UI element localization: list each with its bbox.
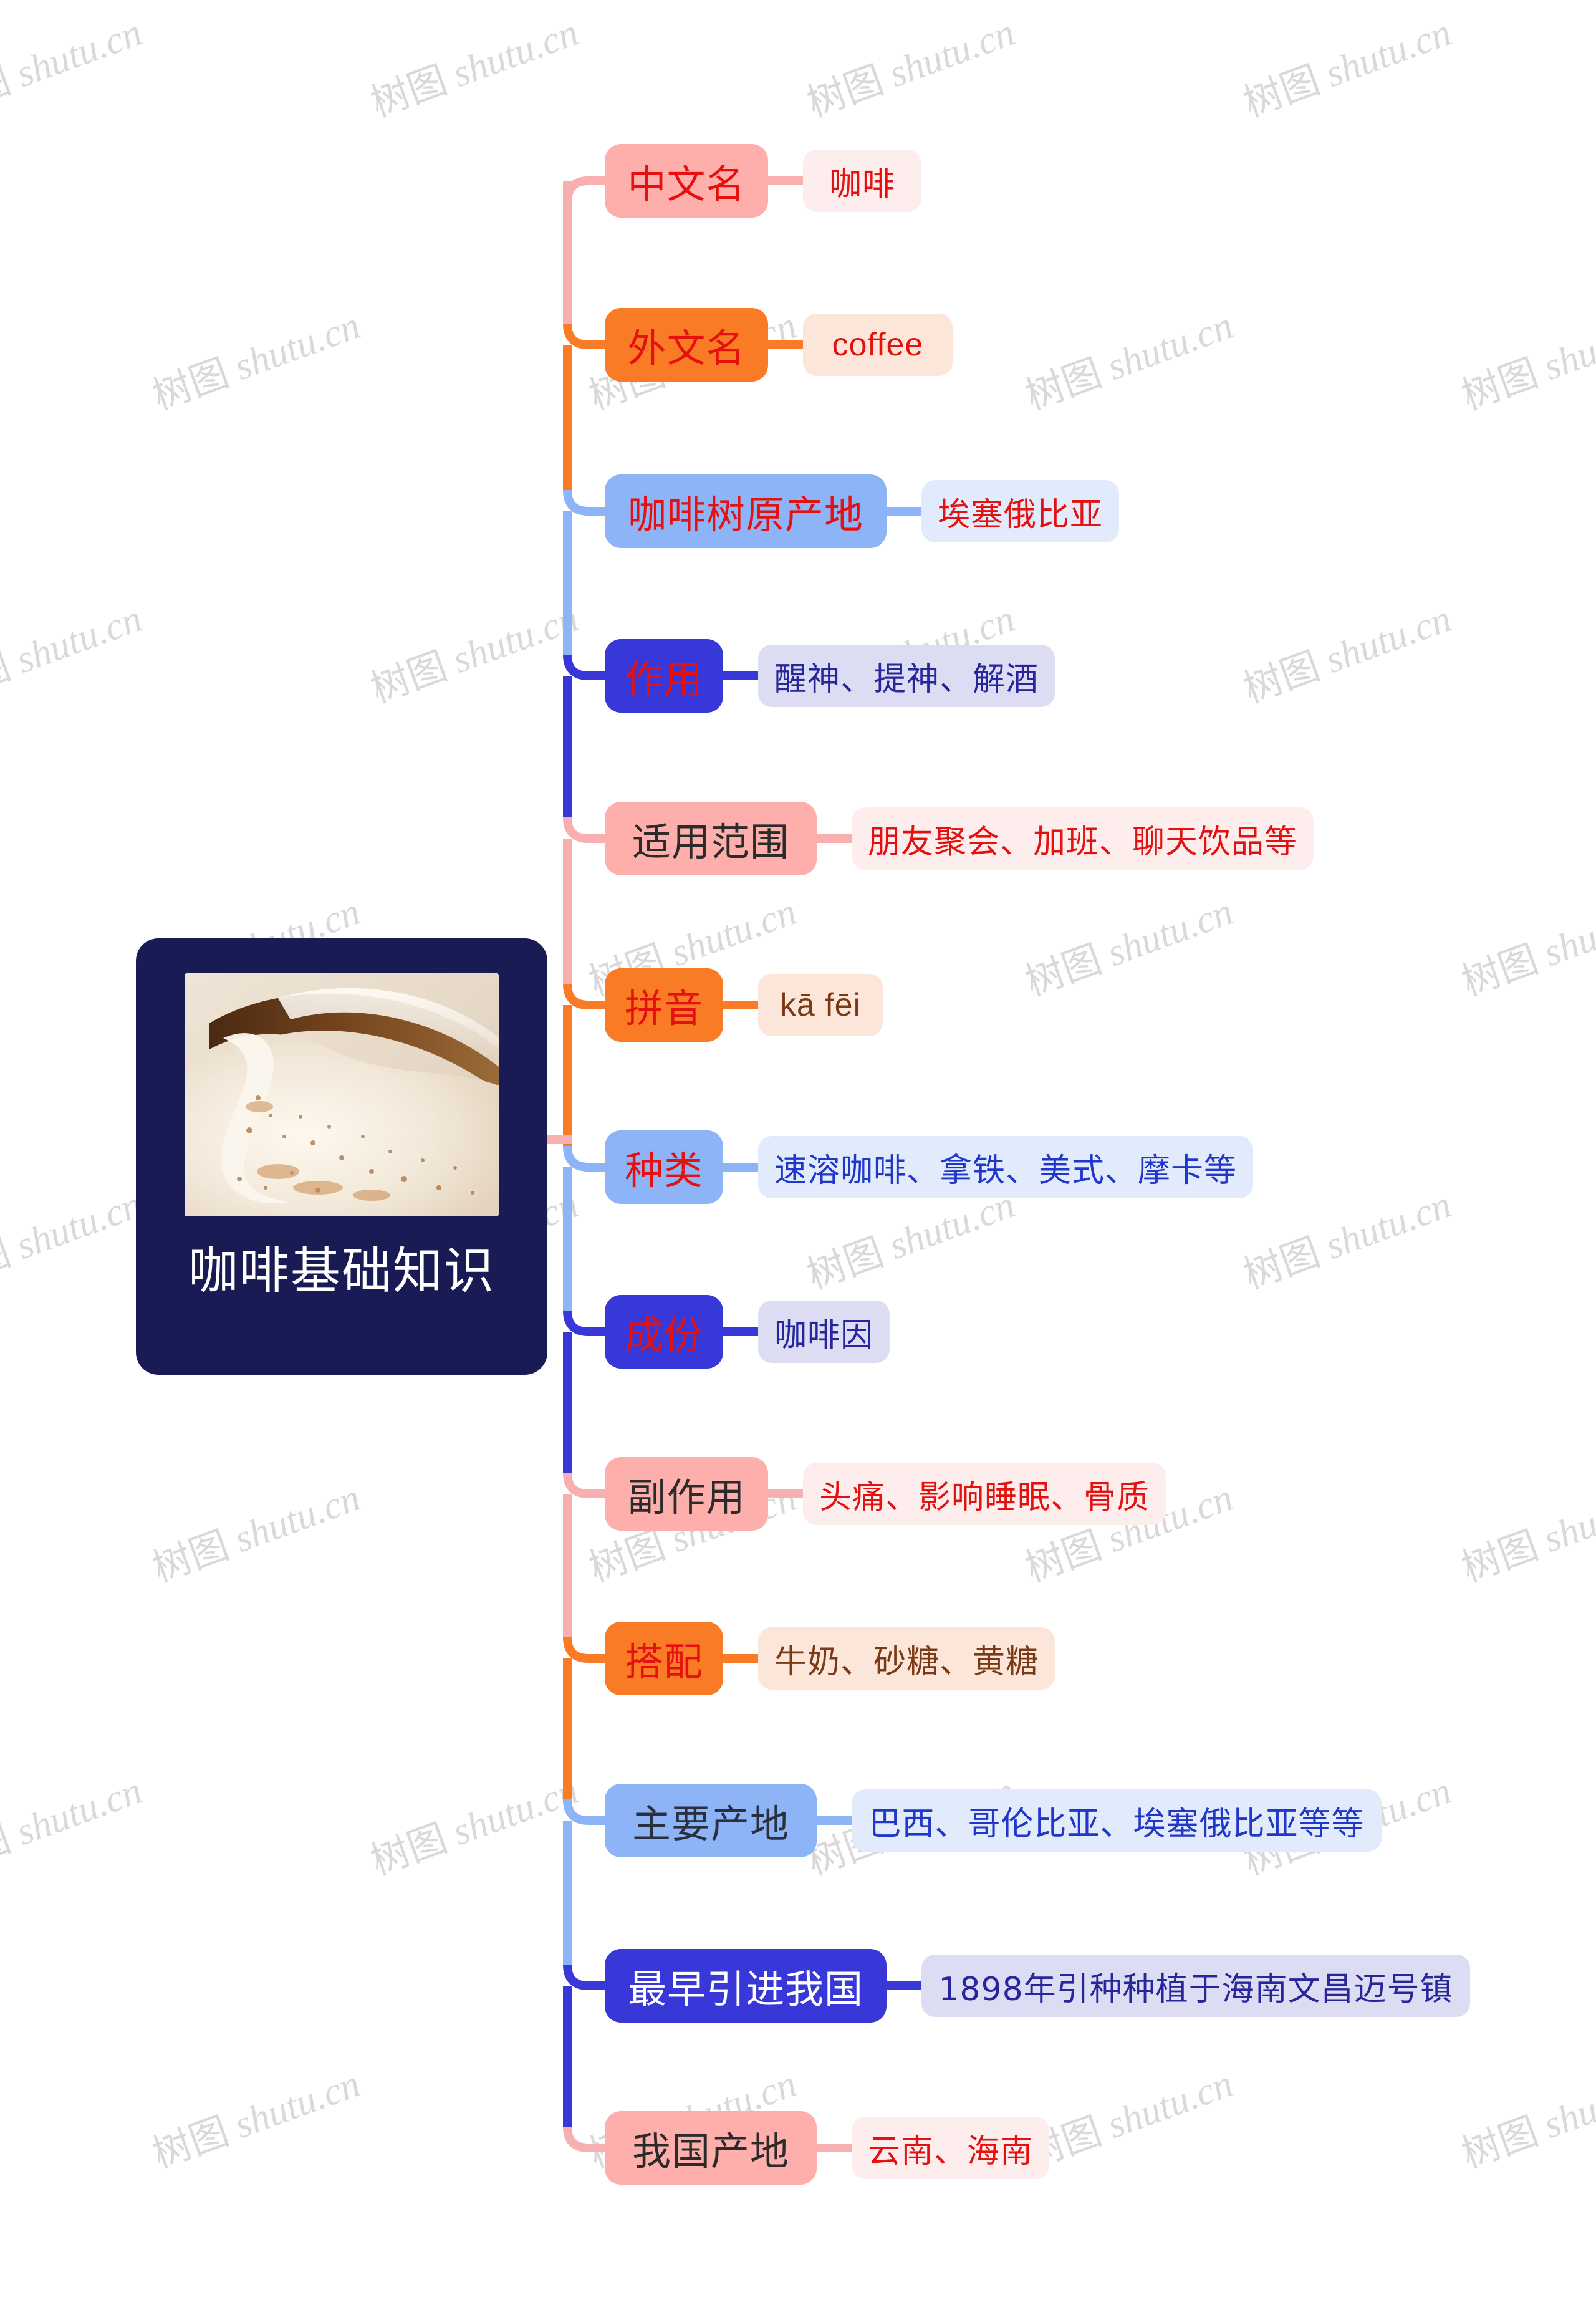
branch-node-label: 成份 [624, 1312, 703, 1358]
leaf-node-value: 咖啡 [829, 165, 895, 203]
leaf-node-1[interactable]: 咖啡 [803, 150, 921, 212]
branch-node-label: 拼音 [624, 986, 703, 1031]
branch-node-label: 咖啡树原产地 [627, 492, 863, 537]
leaf-node-12[interactable]: 1898年引种种植于海南文昌迈号镇 [921, 1955, 1470, 2017]
leaf-node-value: 速溶咖啡、拿铁、美式、摩卡等 [774, 1152, 1238, 1190]
branch-node-label: 主要产地 [632, 1801, 789, 1847]
branch-node-label: 最早引进我国 [627, 1966, 863, 2012]
leaf-node-7[interactable]: 速溶咖啡、拿铁、美式、摩卡等 [758, 1136, 1254, 1198]
mindmap-canvas: 咖啡基础知识 中文名 咖啡外文名 coffee 咖啡树原产地 埃塞俄比亚作用 醒神、提神、… [0, 0, 1596, 2310]
branch-node-8[interactable]: 成份 [605, 1295, 723, 1369]
branch-node-label: 搭配 [624, 1639, 703, 1685]
branch-node-6[interactable]: 拼音 [605, 968, 723, 1042]
leaf-node-3[interactable]: 埃塞俄比亚 [921, 480, 1120, 542]
branch-node-label: 我国产地 [632, 2129, 789, 2174]
leaf-node-value: 云南、海南 [868, 2132, 1034, 2170]
branch-node-11[interactable]: 主要产地 [605, 1784, 817, 1857]
leaf-node-value: 头痛、影响睡眠、骨质 [819, 1478, 1150, 1516]
leaf-node-value: 牛奶、砂糖、黄糖 [774, 1643, 1039, 1681]
leaf-node-6[interactable]: kā fēi [758, 974, 883, 1036]
coffee-foam-photo [185, 973, 499, 1216]
branch-node-1[interactable]: 中文名 [605, 144, 768, 218]
leaf-node-value: 埃塞俄比亚 [938, 496, 1103, 534]
leaf-node-9[interactable]: 头痛、影响睡眠、骨质 [803, 1463, 1166, 1525]
branch-node-label: 副作用 [627, 1475, 746, 1520]
leaf-node-2[interactable]: coffee [803, 314, 953, 376]
branch-node-9[interactable]: 副作用 [605, 1457, 768, 1531]
root-node[interactable]: 咖啡基础知识 [136, 938, 547, 1375]
branch-node-5[interactable]: 适用范围 [605, 802, 817, 875]
leaf-node-value: 醒神、提神、解酒 [774, 660, 1039, 698]
leaf-node-value: 巴西、哥伦比亚、埃塞俄比亚等等 [868, 1805, 1365, 1843]
leaf-node-5[interactable]: 朋友聚会、加班、聊天饮品等 [852, 807, 1314, 870]
branch-node-label: 外文名 [627, 325, 746, 371]
branch-node-label: 作用 [624, 657, 703, 702]
leaf-node-value: 朋友聚会、加班、聊天饮品等 [868, 823, 1298, 861]
branch-node-label: 种类 [624, 1148, 703, 1193]
branch-node-label: 适用范围 [632, 819, 789, 865]
leaf-node-value: 1898年引种种植于海南文昌迈号镇 [938, 1970, 1453, 2008]
root-title: 咖啡基础知识 [188, 1242, 495, 1300]
branch-node-4[interactable]: 作用 [605, 639, 723, 713]
branch-node-13[interactable]: 我国产地 [605, 2111, 817, 2185]
branch-node-10[interactable]: 搭配 [605, 1622, 723, 1695]
leaf-node-value: 咖啡因 [774, 1316, 874, 1354]
branch-node-3[interactable]: 咖啡树原产地 [605, 474, 887, 548]
leaf-node-10[interactable]: 牛奶、砂糖、黄糖 [758, 1627, 1055, 1690]
leaf-node-11[interactable]: 巴西、哥伦比亚、埃塞俄比亚等等 [852, 1789, 1382, 1852]
leaf-node-value: coffee [832, 327, 924, 363]
branch-node-7[interactable]: 种类 [605, 1130, 723, 1204]
leaf-node-13[interactable]: 云南、海南 [852, 2117, 1050, 2179]
leaf-node-8[interactable]: 咖啡因 [758, 1301, 890, 1363]
branch-node-label: 中文名 [627, 161, 746, 207]
branch-node-12[interactable]: 最早引进我国 [605, 1949, 887, 2023]
leaf-node-4[interactable]: 醒神、提神、解酒 [758, 645, 1055, 707]
leaf-node-value: kā fēi [779, 987, 862, 1023]
branch-node-2[interactable]: 外文名 [605, 308, 768, 382]
